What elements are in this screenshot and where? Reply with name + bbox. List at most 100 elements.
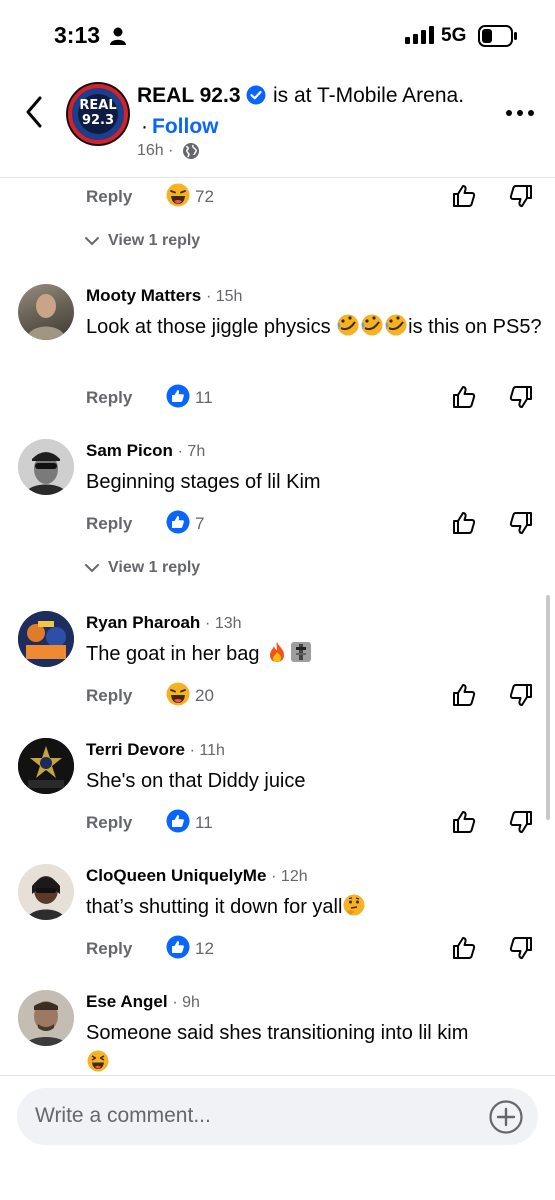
chevron-down-icon [85, 236, 99, 246]
comment-time: · 9h [172, 994, 200, 1011]
thumbs-down-icon[interactable] [508, 682, 534, 708]
like-icon [166, 384, 190, 408]
commenter-name[interactable]: Ryan Pharoah · 13h [86, 613, 242, 633]
avatar-photo [18, 439, 74, 495]
reaction-count[interactable]: 7 [195, 514, 204, 534]
comment-actions: Reply 72 [0, 183, 555, 213]
comment-text: Beginning stages of lil Kim [86, 471, 321, 493]
reaction-count[interactable]: 11 [195, 813, 213, 833]
view-replies-label: View 1 reply [108, 559, 201, 576]
follow-button[interactable]: · Follow [141, 115, 219, 139]
reaction-count[interactable]: 12 [195, 939, 214, 959]
reply-button[interactable]: Reply [86, 514, 132, 534]
thinking-emoji-icon [343, 894, 365, 916]
commenter-name[interactable]: Ese Angel · 9h [86, 992, 200, 1012]
rofl-emoji-icon [361, 314, 383, 336]
comment-actions: Reply 20 [0, 682, 555, 712]
comment-time: · 15h [205, 288, 243, 305]
reaction-count[interactable]: 20 [195, 686, 214, 706]
thumbs-down-icon[interactable] [508, 183, 534, 209]
battery-icon [478, 25, 517, 47]
avatar[interactable] [18, 990, 74, 1046]
avatar[interactable] [18, 611, 74, 667]
reply-button[interactable]: Reply [86, 388, 132, 408]
back-button[interactable] [20, 94, 50, 130]
comment-text: that’s shutting it down for yall [86, 892, 546, 922]
thumbs-down-icon[interactable] [508, 935, 534, 961]
location-text[interactable]: is at T-Mobile Arena. [273, 84, 464, 108]
comment-text-part: is this on PS5? [408, 316, 542, 338]
reply-button[interactable]: Reply [86, 813, 132, 833]
commenter-name-text: Ese Angel [86, 992, 168, 1011]
post-time[interactable]: 16h · [137, 142, 173, 160]
comment-text-part: Someone said shes transitioning into lil… [86, 1022, 469, 1044]
comment-actions: Reply 7 [0, 510, 555, 540]
like-icon [166, 809, 190, 833]
microphone-emoji-icon [291, 642, 312, 662]
haha-icon [166, 682, 190, 706]
clock: 3:13 [54, 22, 101, 48]
reply-button[interactable]: Reply [86, 686, 132, 706]
comment-actions: Reply 12 [0, 935, 555, 965]
comment-composer[interactable] [17, 1088, 538, 1145]
thumbs-down-icon[interactable] [508, 809, 534, 835]
commenter-name[interactable]: CloQueen UniquelyMe · 12h [86, 866, 308, 886]
add-plus-icon[interactable] [489, 1100, 523, 1134]
commenter-name-text: CloQueen UniquelyMe [86, 866, 267, 885]
commenter-name[interactable]: Terri Devore · 11h [86, 740, 225, 760]
comment-text: The goat in her bag [86, 639, 546, 669]
page-name[interactable]: REAL 92.3 [137, 84, 241, 108]
avatar-photo [18, 990, 74, 1046]
post-header: REAL 92.3 REAL 92.3 is at T-Mobile Arena… [0, 70, 555, 178]
avatar-photo [18, 864, 74, 920]
avatar-photo [18, 738, 74, 794]
avatar[interactable] [18, 864, 74, 920]
thumbs-up-icon[interactable] [451, 935, 477, 961]
page-avatar[interactable]: REAL 92.3 [68, 84, 128, 144]
thumbs-down-icon[interactable] [508, 510, 534, 536]
view-replies-button[interactable]: View 1 reply [84, 559, 200, 577]
rofl-emoji-icon [337, 314, 359, 336]
comment-time: · 13h [205, 615, 242, 632]
scrollbar[interactable] [546, 595, 550, 820]
more-options-button[interactable] [505, 108, 535, 118]
comment-actions: Reply 11 [0, 809, 555, 839]
reply-button[interactable]: Reply [86, 187, 132, 207]
commenter-name[interactable]: Sam Picon · 7h [86, 441, 205, 461]
follow-label: Follow [152, 115, 219, 138]
avatar-logo-text: REAL 92.3 [78, 94, 118, 134]
like-icon [166, 935, 190, 959]
network-label: 5G [441, 25, 467, 46]
thumbs-down-icon[interactable] [508, 384, 534, 410]
comment-input[interactable] [35, 1100, 475, 1132]
signal-icon [405, 26, 434, 44]
person-icon [110, 27, 126, 45]
reply-button[interactable]: Reply [86, 939, 132, 959]
thumbs-up-icon[interactable] [451, 682, 477, 708]
comment-composer-bar [0, 1075, 555, 1200]
commenter-name-text: Sam Picon [86, 441, 173, 460]
avatar-photo [26, 294, 66, 340]
avatar[interactable] [18, 738, 74, 794]
avatar[interactable] [18, 284, 74, 340]
thumbs-up-icon[interactable] [451, 510, 477, 536]
commenter-name[interactable]: Mooty Matters · 15h [86, 286, 242, 306]
avatar[interactable] [18, 439, 74, 495]
reaction-count[interactable]: 11 [195, 388, 213, 408]
view-replies-button[interactable]: View 1 reply [84, 232, 200, 250]
globe-icon [183, 143, 199, 159]
reaction-count[interactable]: 72 [195, 187, 214, 207]
comment-actions: Reply 11 [0, 384, 555, 414]
fire-emoji-icon [270, 642, 285, 662]
avatar-photo [18, 611, 74, 667]
comment-text-part: Look at those jiggle physics [86, 316, 337, 338]
commenter-name-text: Mooty Matters [86, 286, 202, 305]
comment-time: · 11h [189, 742, 225, 759]
commenter-name-text: Ryan Pharoah [86, 613, 201, 632]
thumbs-up-icon[interactable] [451, 384, 477, 410]
comment-text: Someone said shes transitioning into lil… [86, 1018, 546, 1078]
comment-time: · 7h [177, 443, 206, 460]
thumbs-up-icon[interactable] [451, 183, 477, 209]
thumbs-up-icon[interactable] [451, 809, 477, 835]
chevron-down-icon [85, 563, 99, 573]
